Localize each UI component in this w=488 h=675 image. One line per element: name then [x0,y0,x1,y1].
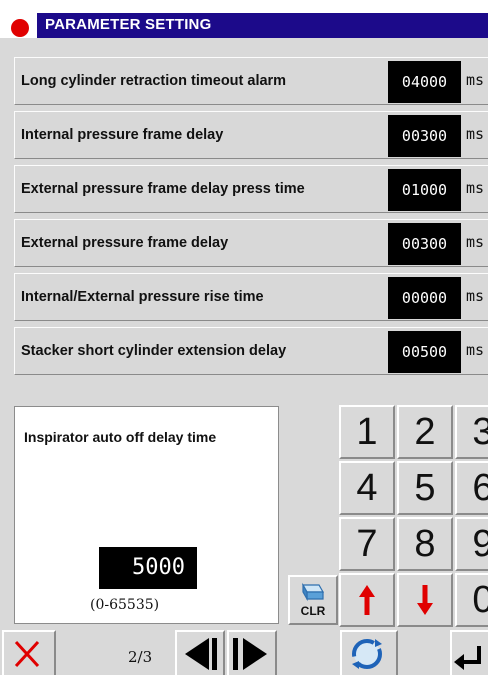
up-arrow-icon [359,585,375,615]
key-7[interactable]: 7 [339,517,395,571]
key-9[interactable]: 9 [455,517,488,571]
param-value-field[interactable]: 04000 [388,61,461,103]
param-unit: ms [466,71,485,89]
key-0[interactable]: 0 [455,573,488,627]
enter-icon [454,646,481,670]
page-title: PARAMETER SETTING [45,16,212,33]
info-value-display[interactable]: 5000 [99,547,197,589]
param-value-field[interactable]: 00500 [388,331,461,373]
param-label: Stacker short cylinder extension delay [21,343,287,359]
prev-page-button[interactable] [175,630,225,675]
param-value-field[interactable]: 00300 [388,115,461,157]
key-1[interactable]: 1 [339,405,395,459]
key-8[interactable]: 8 [397,517,453,571]
status-dot-icon [11,19,29,37]
clear-label: CLR [301,604,326,618]
close-icon [14,640,40,668]
key-5[interactable]: 5 [397,461,453,515]
param-value-field[interactable]: 00000 [388,277,461,319]
parameter-info-panel: Inspirator auto off delay time 5000 (0-6… [14,406,279,624]
param-unit: ms [466,179,485,197]
param-label: Internal pressure frame delay [21,127,224,143]
param-label: Long cylinder retraction timeout alarm [21,73,287,89]
param-row: Internal pressure frame delay 00300 ms [14,111,488,159]
key-4[interactable]: 4 [339,461,395,515]
info-range: (0-65535) [90,597,160,613]
key-6[interactable]: 6 [455,461,488,515]
param-row: Internal/External pressure rise time 000… [14,273,488,321]
cancel-button[interactable] [2,630,56,675]
up-button[interactable] [339,573,395,627]
param-unit: ms [466,287,485,305]
key-2[interactable]: 2 [397,405,453,459]
param-row: External pressure frame delay 00300 ms [14,219,488,267]
refresh-icon [352,639,382,669]
param-unit: ms [466,233,485,251]
key-3[interactable]: 3 [455,405,488,459]
param-label: External pressure frame delay [21,235,229,251]
page-indicator: 2/3 [128,648,153,666]
clear-button[interactable]: CLR [288,575,338,625]
param-row: Long cylinder retraction timeout alarm 0… [14,57,488,105]
down-button[interactable] [397,573,453,627]
prev-page-icon [185,638,217,670]
param-unit: ms [466,125,485,143]
eraser-icon: CLR [301,582,326,618]
param-label: External pressure frame delay press time [21,181,305,197]
next-page-button[interactable] [227,630,277,675]
param-row: External pressure frame delay press time… [14,165,488,213]
next-page-icon [233,638,267,670]
down-arrow-icon [417,585,433,615]
param-unit: ms [466,341,485,359]
refresh-button[interactable] [340,630,398,675]
param-label: Internal/External pressure rise time [21,289,264,305]
info-description: Inspirator auto off delay time [24,429,217,445]
param-value-field[interactable]: 01000 [388,169,461,211]
param-value-field[interactable]: 00300 [388,223,461,265]
param-row: Stacker short cylinder extension delay 0… [14,327,488,375]
enter-button[interactable] [450,630,488,675]
